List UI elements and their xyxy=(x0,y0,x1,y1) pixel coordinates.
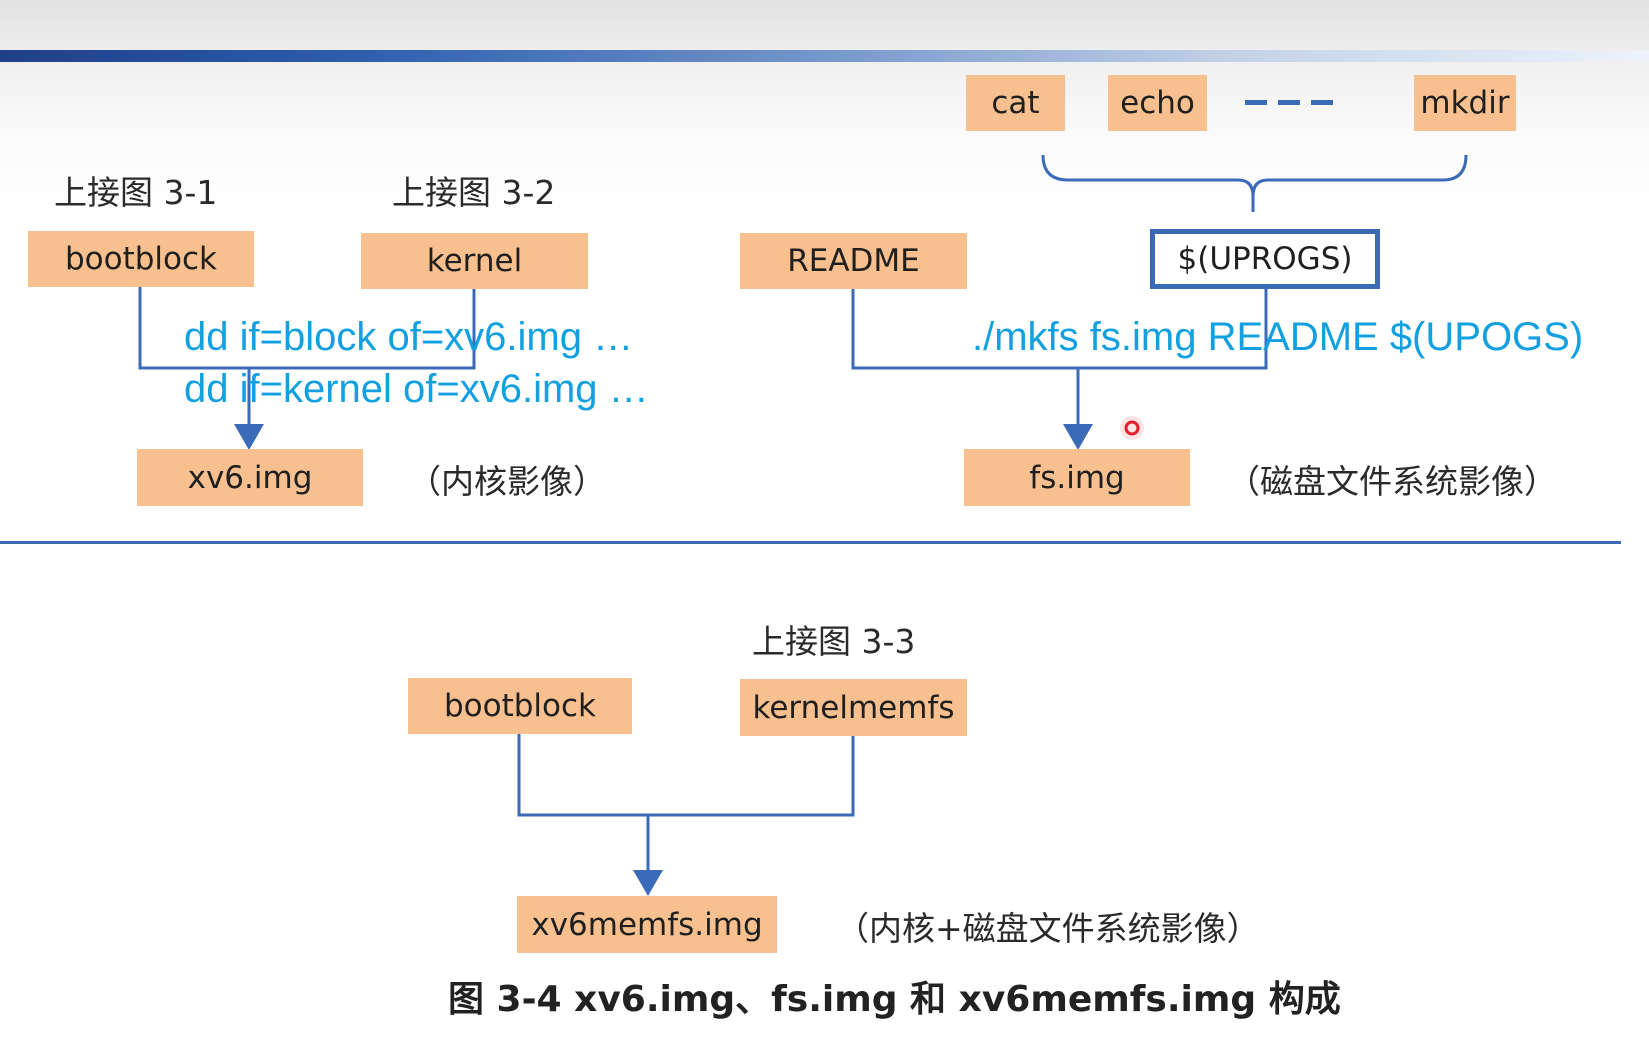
arrow-xv6 xyxy=(234,424,264,450)
box-uprogs: $(UPROGS) xyxy=(1150,229,1380,289)
section-divider xyxy=(0,541,1621,544)
box-bootblock: bootblock xyxy=(28,231,254,287)
ellipsis-dashes xyxy=(1245,100,1335,105)
note-kernel-image: （内核影像） xyxy=(408,462,606,501)
box-kernel: kernel xyxy=(361,233,588,289)
connector-xv6memfs xyxy=(517,733,855,817)
arrow-fs xyxy=(1063,424,1093,450)
ref-label-3-2: 上接图 3-2 xyxy=(392,173,556,212)
box-fs-img: fs.img xyxy=(964,449,1190,506)
ref-label-3-3: 上接图 3-3 xyxy=(752,622,916,661)
figure-caption: 图 3-4 xv6.img、fs.img 和 xv6memfs.img 构成 xyxy=(448,979,1341,1020)
command-dd-block: dd if=block of=xv6.img … xyxy=(184,315,634,359)
note-combined-image: （内核+磁盘文件系统影像） xyxy=(836,909,1260,948)
ref-label-3-1: 上接图 3-1 xyxy=(54,173,218,212)
box-readme: README xyxy=(740,233,967,289)
note-disk-image: （磁盘文件系统影像） xyxy=(1227,462,1557,501)
box-xv6-img: xv6.img xyxy=(137,449,363,506)
box-kernelmemfs: kernelmemfs xyxy=(740,679,967,736)
command-mkfs: ./mkfs fs.img README $(UPOGS) xyxy=(972,315,1584,359)
arrow-xv6memfs xyxy=(633,870,663,896)
box-mkdir: mkdir xyxy=(1414,75,1516,131)
box-bootblock-2: bootblock xyxy=(408,678,632,734)
box-echo: echo xyxy=(1108,75,1207,131)
command-dd-kernel: dd if=kernel of=xv6.img … xyxy=(184,367,649,411)
uprogs-brace xyxy=(1041,154,1468,197)
box-cat: cat xyxy=(966,75,1065,131)
box-xv6memfs-img: xv6memfs.img xyxy=(517,896,777,953)
connector-lines xyxy=(138,154,1468,896)
